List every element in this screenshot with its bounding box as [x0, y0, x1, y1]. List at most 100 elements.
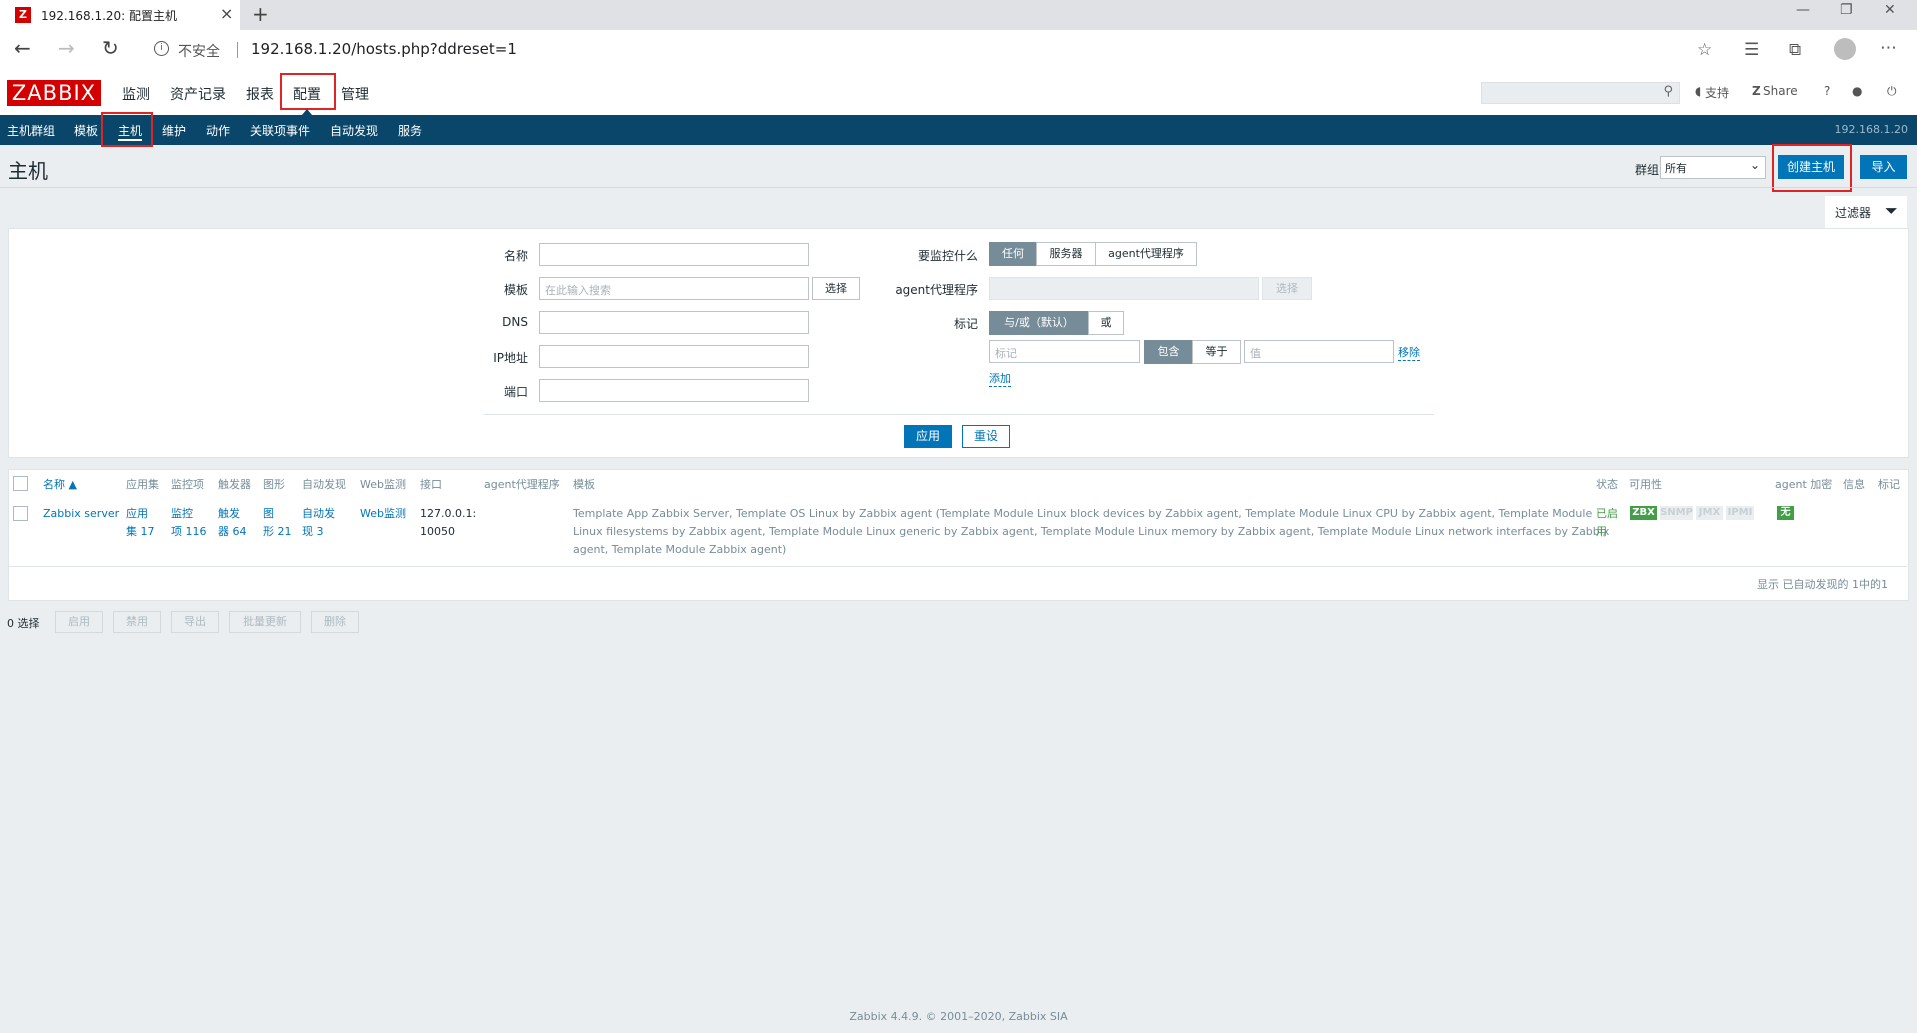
new-tab-icon[interactable]: +	[252, 2, 269, 26]
search-icon[interactable]: ⚲	[1663, 84, 1673, 99]
close-tab-icon[interactable]: ×	[220, 4, 233, 23]
host-name-link[interactable]: Zabbix server	[43, 505, 119, 523]
status-toggle[interactable]: 已启 用	[1596, 505, 1618, 541]
favorite-star-icon[interactable]: ☆	[1697, 40, 1712, 60]
disable-button[interactable]: 禁用	[113, 611, 161, 633]
tag-remove-link[interactable]: 移除	[1398, 344, 1420, 361]
back-icon[interactable]: ←	[14, 36, 31, 60]
col-applications: 应用集	[126, 478, 159, 491]
triggers-link[interactable]: 触发 器 64	[218, 505, 247, 541]
info-icon[interactable]: i	[154, 41, 169, 56]
support-link[interactable]: 支持	[1705, 84, 1729, 101]
tag-name-input[interactable]: 标记	[989, 340, 1140, 363]
profile-avatar[interactable]	[1834, 38, 1856, 60]
items-link[interactable]: 监控 项 116	[171, 505, 207, 541]
restore-icon[interactable]: ❐	[1840, 2, 1853, 18]
menu-inventory[interactable]: 资产记录	[170, 84, 226, 104]
monitored-by-any[interactable]: 任何	[989, 242, 1037, 266]
subnav-templates[interactable]: 模板	[74, 122, 98, 139]
refresh-icon[interactable]: ↻	[102, 36, 119, 60]
sign-out-icon[interactable]: ⏻	[1887, 84, 1897, 99]
subnav-actions[interactable]: 动作	[206, 122, 230, 139]
discovery-link[interactable]: 自动发 现 3	[302, 505, 335, 541]
filter-name-input[interactable]	[539, 243, 809, 266]
global-search-input[interactable]: ⚲	[1481, 82, 1680, 104]
browser-tab[interactable]: Z 192.168.1.20: 配置主机 ×	[0, 0, 240, 30]
tag-op-equals[interactable]: 等于	[1192, 340, 1241, 364]
url-text[interactable]: 192.168.1.20/hosts.php?ddreset=1	[251, 40, 517, 58]
filter-template-input[interactable]: 在此输入搜索	[539, 277, 809, 300]
filter-tab[interactable]: 过滤器 ⏷	[1825, 196, 1907, 228]
filter-ip-input[interactable]	[539, 345, 809, 368]
web-link[interactable]: Web监测	[360, 505, 406, 523]
menu-reports[interactable]: 报表	[246, 84, 274, 104]
col-discovery: 自动发现	[302, 478, 346, 491]
col-encryption: agent 加密	[1775, 478, 1833, 491]
subnav-services[interactable]: 服务	[398, 122, 422, 139]
col-name[interactable]: 名称 ▲	[43, 476, 77, 492]
graphs-link[interactable]: 图 形 21	[263, 505, 292, 541]
create-host-button[interactable]: 创建主机	[1778, 155, 1844, 179]
sub-navigation: 主机群组 模板 主机 维护 动作 关联项事件 自动发现 服务 192.168.1…	[0, 112, 1917, 147]
menu-administration[interactable]: 管理	[341, 84, 369, 104]
tags-or[interactable]: 或	[1088, 311, 1124, 335]
subnav-event-correlation[interactable]: 关联项事件	[250, 122, 310, 139]
filter-port-input[interactable]	[539, 379, 809, 402]
close-window-icon[interactable]: ✕	[1884, 2, 1896, 18]
status-toggle-line2: 用	[1596, 525, 1607, 538]
filter-ip-label: IP地址	[493, 351, 528, 365]
zbx-availability-badge: ZBX	[1630, 506, 1657, 520]
col-proxy: agent代理程序	[484, 478, 560, 491]
address-bar: ← → ↻ i 不安全 192.168.1.20/hosts.php?ddres…	[0, 30, 1917, 71]
minimize-icon[interactable]: —	[1796, 2, 1810, 18]
ipmi-availability-badge: IPMI	[1726, 506, 1754, 520]
group-select[interactable]: 所有 ⌄	[1660, 156, 1766, 179]
tag-value-input[interactable]: 值	[1244, 340, 1394, 363]
proxy-input[interactable]	[989, 277, 1259, 300]
subnav-maintenance[interactable]: 维护	[162, 122, 186, 139]
import-button[interactable]: 导入	[1860, 155, 1907, 179]
subnav-hosts[interactable]: 主机	[118, 122, 143, 141]
enable-button[interactable]: 启用	[55, 611, 103, 633]
monitored-by-server[interactable]: 服务器	[1036, 242, 1096, 266]
subnav-host-groups[interactable]: 主机群组	[7, 122, 55, 139]
proxy-label: agent代理程序	[895, 283, 978, 297]
tag-add-link[interactable]: 添加	[989, 370, 1011, 387]
select-all-checkbox[interactable]	[13, 476, 28, 491]
monitored-by-proxy[interactable]: agent代理程序	[1095, 242, 1197, 266]
share-icon: Z	[1752, 84, 1761, 98]
filter-reset-button[interactable]: 重设	[962, 425, 1010, 448]
graphs-link-line1: 图	[263, 507, 274, 520]
tags-and-or[interactable]: 与/或（默认）	[989, 311, 1089, 335]
url-field[interactable]: i 不安全 192.168.1.20/hosts.php?ddreset=1	[140, 35, 1700, 65]
triggers-link-line1: 触发	[218, 507, 240, 520]
templates-line-3[interactable]: agent, Template Module Zabbix agent)	[573, 541, 1573, 559]
more-options-icon[interactable]: ⋯	[1880, 38, 1897, 58]
applications-link[interactable]: 应用 集 17	[126, 505, 155, 541]
templates-line-2[interactable]: Linux filesystems by Zabbix agent, Templ…	[573, 523, 1609, 541]
menu-monitoring[interactable]: 监测	[122, 84, 150, 104]
collections-icon[interactable]: ⧉	[1789, 40, 1801, 60]
filter-apply-button[interactable]: 应用	[904, 425, 952, 448]
tag-op-contains[interactable]: 包含	[1144, 340, 1193, 364]
template-select-button[interactable]: 选择	[812, 277, 860, 300]
row-checkbox[interactable]	[13, 506, 28, 521]
forward-icon[interactable]: →	[58, 36, 75, 60]
zabbix-logo[interactable]: ZABBIX	[7, 80, 101, 106]
templates-line-1[interactable]: Template App Zabbix Server, Template OS …	[573, 505, 1592, 523]
export-button[interactable]: 导出	[171, 611, 219, 633]
proxy-select-button[interactable]: 选择	[1262, 277, 1312, 300]
tag-value-placeholder: 值	[1250, 347, 1261, 360]
favorites-list-icon[interactable]: ☰	[1744, 40, 1759, 60]
user-profile-icon[interactable]: ●	[1852, 84, 1862, 98]
discovery-link-line2: 现 3	[302, 525, 324, 538]
tag-name-placeholder: 标记	[995, 347, 1017, 360]
delete-button[interactable]: 删除	[311, 611, 359, 633]
share-link[interactable]: Share	[1763, 84, 1798, 98]
subnav-discovery[interactable]: 自动发现	[330, 122, 378, 139]
filter-dns-input[interactable]	[539, 311, 809, 334]
menu-configuration[interactable]: 配置	[293, 84, 321, 104]
col-availability: 可用性	[1629, 478, 1662, 491]
mass-update-button[interactable]: 批量更新	[229, 611, 301, 633]
help-icon[interactable]: ?	[1824, 84, 1830, 98]
